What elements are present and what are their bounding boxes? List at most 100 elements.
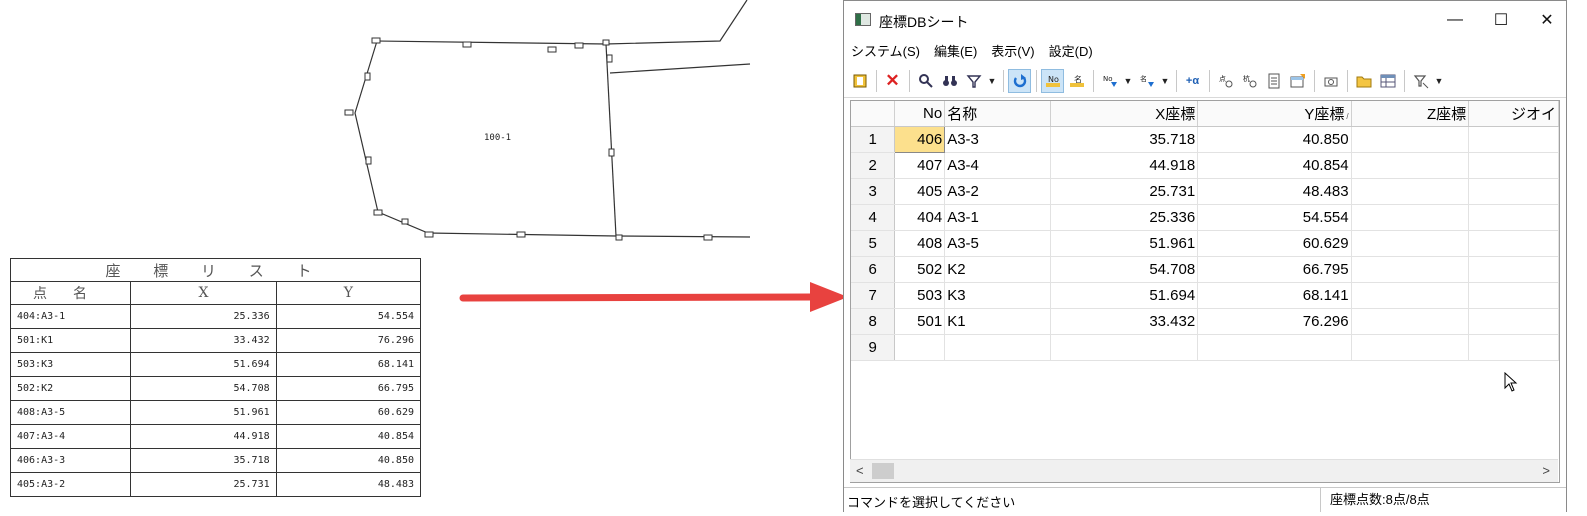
cell-no[interactable]: 405 [894, 178, 946, 205]
cell-x[interactable]: 33.432 [1050, 308, 1199, 335]
row-header[interactable]: 1 [851, 126, 896, 153]
cell-y[interactable]: 48.483 [1197, 178, 1352, 205]
column-header-geoid[interactable]: ジオイ [1468, 101, 1559, 127]
refresh-icon[interactable] [1008, 69, 1031, 93]
cell-y[interactable]: 40.854 [1197, 152, 1352, 179]
grid-icon[interactable] [1376, 69, 1399, 93]
cell-z[interactable] [1351, 230, 1470, 257]
cell-z[interactable] [1351, 334, 1470, 361]
cell-y[interactable]: 68.141 [1197, 282, 1352, 309]
scroll-right-icon[interactable]: > [1542, 463, 1550, 478]
cell-y[interactable]: 66.795 [1197, 256, 1352, 283]
camera-icon[interactable] [1319, 69, 1342, 93]
cell-y[interactable] [1197, 334, 1352, 361]
cell-x[interactable]: 44.918 [1050, 152, 1199, 179]
cell-no[interactable]: 404 [894, 204, 946, 231]
column-header-x[interactable]: X座標 [1050, 101, 1199, 127]
table-row[interactable]: 5 408 A3-5 51.961 60.629 [851, 230, 1559, 257]
filter-clear-icon[interactable] [1409, 69, 1432, 93]
cell-x[interactable]: 35.718 [1050, 126, 1199, 153]
cell-geoid[interactable] [1468, 152, 1559, 179]
cell-x[interactable]: 25.731 [1050, 178, 1199, 205]
cell-geoid[interactable] [1468, 178, 1559, 205]
row-header[interactable]: 5 [851, 230, 896, 257]
cell-name[interactable]: A3-1 [944, 204, 1051, 231]
cell-no[interactable]: 503 [894, 282, 946, 309]
grid-corner[interactable] [851, 101, 896, 127]
cell-z[interactable] [1351, 152, 1470, 179]
cell-z[interactable] [1351, 256, 1470, 283]
column-header-name[interactable]: 名称 [944, 101, 1051, 127]
calc-icon[interactable]: 杭 [1238, 69, 1261, 93]
cell-geoid[interactable] [1468, 334, 1559, 361]
number-dropdown-icon[interactable]: ▼ [1122, 69, 1134, 93]
name-dropdown-icon[interactable]: ▼ [1159, 69, 1171, 93]
cell-name[interactable]: K2 [944, 256, 1051, 283]
horizontal-scrollbar[interactable]: < > [850, 459, 1558, 482]
scroll-left-icon[interactable]: < [856, 463, 864, 478]
cell-x[interactable]: 54.708 [1050, 256, 1199, 283]
table-row[interactable]: 2 407 A3-4 44.918 40.854 [851, 152, 1559, 179]
row-header[interactable]: 4 [851, 204, 896, 231]
coord-icon[interactable]: 点 [1214, 69, 1237, 93]
number-down-icon[interactable]: No [1098, 69, 1121, 93]
row-header[interactable]: 3 [851, 178, 896, 205]
column-header-z[interactable]: Z座標 [1351, 101, 1470, 127]
table-row[interactable]: 9 [851, 334, 1559, 361]
cell-name[interactable]: K1 [944, 308, 1051, 335]
cell-geoid[interactable] [1468, 282, 1559, 309]
row-header[interactable]: 2 [851, 152, 896, 179]
maximize-button[interactable]: ☐ [1478, 5, 1524, 35]
search-icon[interactable] [914, 69, 937, 93]
cell-x[interactable]: 51.694 [1050, 282, 1199, 309]
cell-z[interactable] [1351, 282, 1470, 309]
close-button[interactable]: ✕ [1524, 5, 1570, 35]
cell-y[interactable]: 60.629 [1197, 230, 1352, 257]
column-header-no[interactable]: No [894, 101, 946, 127]
cell-no[interactable]: 408 [894, 230, 946, 257]
cell-name[interactable] [944, 334, 1051, 361]
scroll-thumb[interactable] [872, 463, 894, 479]
table-row[interactable]: 3 405 A3-2 25.731 48.483 [851, 178, 1559, 205]
number-icon[interactable]: No [1041, 69, 1064, 93]
cell-no[interactable]: 501 [894, 308, 946, 335]
column-header-y[interactable]: Y座標 / [1197, 101, 1352, 127]
cell-geoid[interactable] [1468, 204, 1559, 231]
cell-z[interactable] [1351, 308, 1470, 335]
cell-x[interactable]: 51.961 [1050, 230, 1199, 257]
cell-y[interactable]: 76.296 [1197, 308, 1352, 335]
cell-y[interactable]: 40.850 [1197, 126, 1352, 153]
cell-name[interactable]: A3-4 [944, 152, 1051, 179]
menu-view[interactable]: 表示(V) [984, 41, 1041, 63]
cell-geoid[interactable] [1468, 126, 1559, 153]
cell-name[interactable]: A3-2 [944, 178, 1051, 205]
table-row[interactable]: 8 501 K1 33.432 76.296 [851, 308, 1559, 335]
menu-system[interactable]: システム(S) [844, 41, 927, 63]
cell-no[interactable]: 407 [894, 152, 946, 179]
book-icon[interactable] [848, 69, 871, 93]
cell-name[interactable]: A3-5 [944, 230, 1051, 257]
cell-no[interactable]: 406 [894, 126, 946, 153]
cell-no[interactable]: 502 [894, 256, 946, 283]
table-row[interactable]: 7 503 K3 51.694 68.141 [851, 282, 1559, 309]
row-header[interactable]: 6 [851, 256, 896, 283]
cell-geoid[interactable] [1468, 256, 1559, 283]
cell-z[interactable] [1351, 204, 1470, 231]
cell-no[interactable] [894, 334, 946, 361]
cell-x[interactable] [1050, 334, 1199, 361]
filter-dropdown-icon[interactable]: ▼ [986, 69, 998, 93]
table-row[interactable]: 1 406 A3-3 35.718 40.850 [851, 126, 1559, 153]
filter-icon[interactable] [962, 69, 985, 93]
minimize-button[interactable]: — [1432, 5, 1478, 35]
table-export-icon[interactable] [1286, 69, 1309, 93]
folder-icon[interactable] [1352, 69, 1375, 93]
cell-y[interactable]: 54.554 [1197, 204, 1352, 231]
plus-alpha-icon[interactable]: +α [1181, 69, 1204, 93]
binoculars-icon[interactable] [938, 69, 961, 93]
table-row[interactable]: 4 404 A3-1 25.336 54.554 [851, 204, 1559, 231]
table-row[interactable]: 6 502 K2 54.708 66.795 [851, 256, 1559, 283]
menu-settings[interactable]: 設定(D) [1042, 41, 1100, 63]
row-header[interactable]: 7 [851, 282, 896, 309]
name-sort-icon[interactable]: 名 [1065, 69, 1088, 93]
cell-z[interactable] [1351, 126, 1470, 153]
